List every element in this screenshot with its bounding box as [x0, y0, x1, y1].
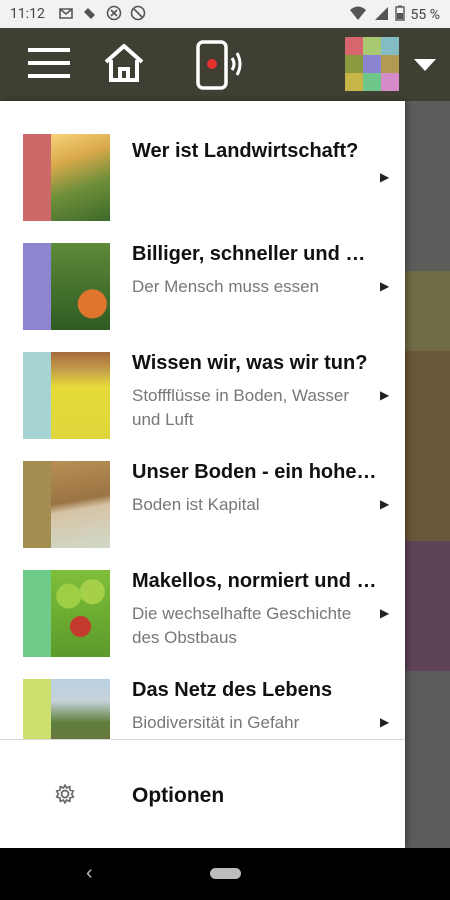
item-title: Wer ist Landwirtschaft? — [132, 140, 359, 162]
accent-bar — [23, 461, 51, 548]
avatar-cell — [363, 37, 381, 55]
dropdown-arrow-icon[interactable] — [414, 58, 436, 76]
drawer-item[interactable]: Wissen wir, was wir tun? Stoffflüsse in … — [0, 352, 405, 461]
signal-icon — [373, 5, 389, 25]
thumbnail-image — [51, 679, 110, 739]
options-label: Optionen — [132, 784, 225, 807]
thumbnail-image — [51, 352, 110, 439]
item-thumbnail — [23, 352, 110, 439]
chevron-right-icon[interactable]: ▶ — [380, 606, 389, 620]
home-icon[interactable] — [103, 43, 145, 88]
background-tile — [405, 351, 450, 541]
item-subtitle: Der Mensch muss essen — [132, 277, 320, 296]
drawer-item[interactable]: Billiger, schneller und mehr Der Mensch … — [0, 243, 405, 352]
drawer-item[interactable]: Makellos, normiert und billig Die wechse… — [0, 570, 405, 679]
options-menu-item[interactable]: Optionen — [0, 740, 405, 848]
notification-icon — [82, 5, 98, 25]
item-title: Das Netz des Lebens — [132, 679, 333, 701]
accent-bar — [23, 134, 51, 221]
drawer-item[interactable]: Unser Boden - ein hohes Gut Boden ist Ka… — [0, 461, 405, 570]
item-thumbnail — [23, 243, 110, 330]
gear-icon — [54, 783, 76, 810]
chevron-right-icon[interactable]: ▶ — [380, 497, 389, 511]
item-thumbnail — [23, 570, 110, 657]
avatar-cell — [345, 55, 363, 73]
navigation-drawer: Wer ist Landwirtschaft? ▶ Billiger, schn… — [0, 101, 405, 848]
chevron-right-icon[interactable]: ▶ — [380, 170, 389, 184]
item-subtitle: Biodiversität in Gefahr — [132, 713, 300, 732]
chevron-right-icon[interactable]: ▶ — [380, 715, 389, 729]
thumbnail-image — [51, 570, 110, 657]
item-subtitle: Stoffflüsse in Boden, Wasser und Luft — [132, 386, 350, 429]
avatar-cell — [345, 73, 363, 91]
drawer-item[interactable]: Das Netz des Lebens Biodiversität in Gef… — [0, 679, 405, 739]
item-thumbnail — [23, 679, 110, 739]
chevron-right-icon[interactable]: ▶ — [380, 279, 389, 293]
drawer-item[interactable]: Wer ist Landwirtschaft? ▶ — [0, 134, 405, 243]
menu-icon[interactable] — [28, 48, 70, 83]
back-icon[interactable]: ‹ — [86, 862, 93, 885]
item-title: Wissen wir, was wir tun? — [132, 352, 368, 374]
thumbnail-image — [51, 461, 110, 548]
gmail-icon — [58, 5, 74, 25]
blocked-icon — [106, 5, 122, 25]
system-nav-bar: ‹ — [0, 848, 450, 900]
accent-bar — [23, 679, 51, 739]
device-signal-icon[interactable] — [196, 40, 244, 95]
avatar-cell — [381, 73, 399, 91]
item-title: Billiger, schneller und mehr — [132, 243, 380, 265]
accent-bar — [23, 352, 51, 439]
background-content — [405, 101, 450, 848]
avatar-cell — [363, 55, 381, 73]
accent-bar — [23, 243, 51, 330]
item-subtitle: Die wechselhafte Geschichte des Obstbaus — [132, 604, 352, 647]
battery-icon — [394, 5, 405, 25]
background-tile — [405, 541, 450, 671]
item-thumbnail — [23, 134, 110, 221]
avatar-cell — [345, 37, 363, 55]
background-tile — [405, 271, 450, 351]
item-thumbnail — [23, 461, 110, 548]
profile-avatar[interactable] — [345, 37, 399, 91]
status-bar: 11:12 55 % — [0, 0, 450, 28]
thumbnail-image — [51, 243, 110, 330]
item-title: Makellos, normiert und billig — [132, 570, 380, 592]
thumbnail-image — [51, 134, 110, 221]
chevron-right-icon[interactable]: ▶ — [380, 388, 389, 402]
status-time: 11:12 — [10, 6, 45, 22]
accent-bar — [23, 570, 51, 657]
home-pill[interactable] — [210, 868, 241, 879]
app-bar — [0, 28, 450, 101]
data-saver-icon — [130, 5, 146, 25]
avatar-cell — [363, 73, 381, 91]
drawer-list[interactable]: Wer ist Landwirtschaft? ▶ Billiger, schn… — [0, 101, 405, 739]
item-subtitle: Boden ist Kapital — [132, 495, 260, 514]
battery-percent: 55 % — [410, 7, 440, 23]
item-title: Unser Boden - ein hohes Gut — [132, 461, 380, 483]
avatar-cell — [381, 55, 399, 73]
avatar-cell — [381, 37, 399, 55]
wifi-icon — [349, 5, 367, 25]
